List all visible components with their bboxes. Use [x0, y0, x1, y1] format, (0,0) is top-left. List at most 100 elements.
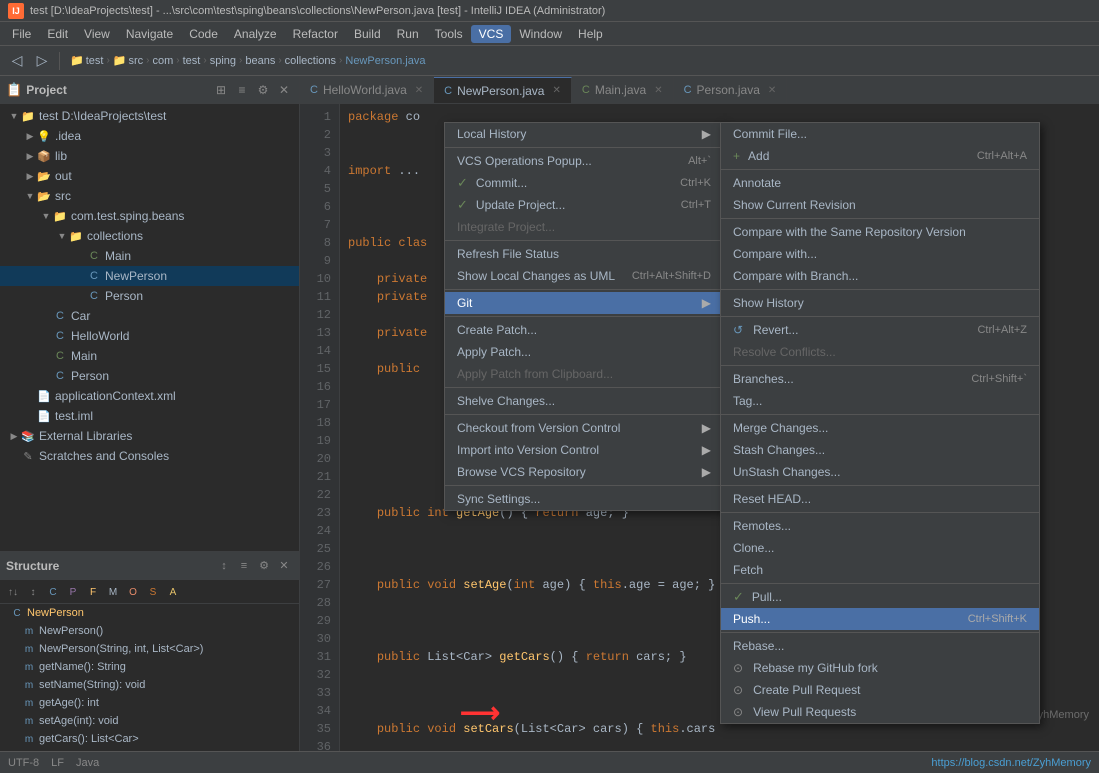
menu-sync[interactable]: Sync Settings...	[445, 488, 723, 510]
menu-local-history[interactable]: Local History ▶	[445, 123, 723, 145]
git-create-pr[interactable]: ⊙ Create Pull Request	[721, 679, 1039, 701]
struct-sort-type[interactable]: ≡	[235, 557, 253, 575]
tree-item-out[interactable]: ▶ 📂 out	[0, 166, 299, 186]
menu-git[interactable]: Git ▶	[445, 292, 723, 314]
menu-build[interactable]: Build	[346, 25, 389, 43]
struct-settings[interactable]: ⚙	[255, 557, 273, 575]
panel-settings-btn[interactable]: ⚙	[254, 81, 272, 99]
bc-com[interactable]: com	[153, 55, 174, 67]
bc-project[interactable]: 📁 test	[70, 54, 103, 67]
back-button[interactable]: ◁	[6, 50, 28, 72]
struct-btn-8[interactable]: S	[144, 584, 162, 602]
tree-item-helloworld[interactable]: ▶ C HelloWorld	[0, 326, 299, 346]
struct-btn-7[interactable]: O	[124, 584, 142, 602]
git-rebase-fork[interactable]: ⊙ Rebase my GitHub fork	[721, 657, 1039, 679]
struct-item-getage[interactable]: m getAge(): int	[0, 694, 299, 712]
menu-view[interactable]: View	[76, 25, 118, 43]
tab-close-btn[interactable]: ✕	[415, 85, 423, 96]
tree-item-car[interactable]: ▶ C Car	[0, 306, 299, 326]
tree-item-main-c[interactable]: ▶ C Main	[0, 246, 299, 266]
git-push[interactable]: Push... Ctrl+Shift+K	[721, 608, 1039, 630]
struct-item-class[interactable]: C NewPerson	[0, 604, 299, 622]
git-revert[interactable]: ↺ Revert... Ctrl+Alt+Z	[721, 319, 1039, 341]
bc-beans[interactable]: beans	[245, 55, 275, 67]
struct-item-getcars[interactable]: m getCars(): List<Car>	[0, 730, 299, 748]
git-remotes[interactable]: Remotes...	[721, 515, 1039, 537]
panel-close-btn[interactable]: ✕	[275, 81, 293, 99]
tree-item-person[interactable]: ▶ C Person	[0, 366, 299, 386]
menu-commit[interactable]: ✓ Commit... Ctrl+K	[445, 172, 723, 194]
tab-close-btn[interactable]: ✕	[768, 85, 776, 96]
menu-checkout[interactable]: Checkout from Version Control ▶	[445, 417, 723, 439]
tree-item-idea[interactable]: ▶ 💡 .idea	[0, 126, 299, 146]
tree-item-person-c[interactable]: ▶ C Person	[0, 286, 299, 306]
struct-item-setname[interactable]: m setName(String): void	[0, 676, 299, 694]
git-branches[interactable]: Branches... Ctrl+Shift+`	[721, 368, 1039, 390]
git-add[interactable]: + Add Ctrl+Alt+A	[721, 145, 1039, 167]
git-clone[interactable]: Clone...	[721, 537, 1039, 559]
menu-window[interactable]: Window	[511, 25, 570, 43]
git-reset-head[interactable]: Reset HEAD...	[721, 488, 1039, 510]
tree-item-appcontext[interactable]: ▶ 📄 applicationContext.xml	[0, 386, 299, 406]
git-compare-repo[interactable]: Compare with the Same Repository Version	[721, 221, 1039, 243]
struct-close[interactable]: ✕	[275, 557, 293, 575]
git-view-pr[interactable]: ⊙ View Pull Requests	[721, 701, 1039, 723]
tab-close-btn[interactable]: ✕	[654, 85, 662, 96]
bc-file[interactable]: NewPerson.java	[345, 55, 425, 67]
menu-code[interactable]: Code	[181, 25, 226, 43]
tree-item-extlibs[interactable]: ▶ 📚 External Libraries	[0, 426, 299, 446]
menu-show-uml[interactable]: Show Local Changes as UML Ctrl+Alt+Shift…	[445, 265, 723, 287]
struct-sort-alpha[interactable]: ↕	[215, 557, 233, 575]
tree-item-collections[interactable]: ▼ 📁 collections	[0, 226, 299, 246]
git-commit-file[interactable]: Commit File...	[721, 123, 1039, 145]
menu-file[interactable]: File	[4, 25, 39, 43]
struct-btn-5[interactable]: F	[84, 584, 102, 602]
tree-item-test[interactable]: ▼ 📁 test D:\IdeaProjects\test	[0, 106, 299, 126]
menu-import[interactable]: Import into Version Control ▶	[445, 439, 723, 461]
struct-btn-9[interactable]: A	[164, 584, 182, 602]
structure-tree[interactable]: ↑↓ ↕ C P F M O S A C NewPerson m	[0, 580, 299, 751]
menu-navigate[interactable]: Navigate	[118, 25, 181, 43]
struct-btn-3[interactable]: C	[44, 584, 62, 602]
git-pull[interactable]: ✓ Pull...	[721, 586, 1039, 608]
bc-sping[interactable]: sping	[210, 55, 236, 67]
menu-shelve[interactable]: Shelve Changes...	[445, 390, 723, 412]
bc-collections[interactable]: collections	[285, 55, 336, 67]
bc-test[interactable]: test	[183, 55, 201, 67]
tree-item-lib[interactable]: ▶ 📦 lib	[0, 146, 299, 166]
project-tree[interactable]: ▼ 📁 test D:\IdeaProjects\test ▶ 💡 .idea …	[0, 104, 299, 551]
tab-main[interactable]: C Main.java ✕	[572, 77, 674, 103]
menu-browse[interactable]: Browse VCS Repository ▶	[445, 461, 723, 483]
git-show-revision[interactable]: Show Current Revision	[721, 194, 1039, 216]
menu-refresh[interactable]: Refresh File Status	[445, 243, 723, 265]
struct-item-setage[interactable]: m setAge(int): void	[0, 712, 299, 730]
git-tag[interactable]: Tag...	[721, 390, 1039, 412]
git-compare[interactable]: Compare with...	[721, 243, 1039, 265]
git-annotate[interactable]: Annotate	[721, 172, 1039, 194]
tree-item-newperson[interactable]: ▶ C NewPerson	[0, 266, 299, 286]
struct-btn-1[interactable]: ↑↓	[4, 584, 22, 602]
git-compare-branch[interactable]: Compare with Branch...	[721, 265, 1039, 287]
tree-item-scratches[interactable]: ▶ ✎ Scratches and Consoles	[0, 446, 299, 466]
struct-btn-2[interactable]: ↕	[24, 584, 42, 602]
panel-collapse-btn[interactable]: ≡	[233, 81, 251, 99]
struct-btn-4[interactable]: P	[64, 584, 82, 602]
menu-analyze[interactable]: Analyze	[226, 25, 285, 43]
menu-update[interactable]: ✓ Update Project... Ctrl+T	[445, 194, 723, 216]
tab-newperson[interactable]: C NewPerson.java ✕	[434, 77, 572, 103]
menu-help[interactable]: Help	[570, 25, 611, 43]
bc-src[interactable]: 📁 src	[113, 54, 143, 67]
tab-person[interactable]: C Person.java ✕	[674, 77, 788, 103]
tab-helloworld[interactable]: C HelloWorld.java ✕	[300, 77, 434, 103]
tree-item-iml[interactable]: ▶ 📄 test.iml	[0, 406, 299, 426]
menu-run[interactable]: Run	[389, 25, 427, 43]
menu-apply-patch[interactable]: Apply Patch...	[445, 341, 723, 363]
git-show-history[interactable]: Show History	[721, 292, 1039, 314]
forward-button[interactable]: ▷	[31, 50, 53, 72]
struct-item-constructor2[interactable]: m NewPerson(String, int, List<Car>)	[0, 640, 299, 658]
menu-vcs[interactable]: VCS	[471, 25, 512, 43]
menu-edit[interactable]: Edit	[39, 25, 76, 43]
git-merge[interactable]: Merge Changes...	[721, 417, 1039, 439]
struct-btn-6[interactable]: M	[104, 584, 122, 602]
struct-item-getname[interactable]: m getName(): String	[0, 658, 299, 676]
